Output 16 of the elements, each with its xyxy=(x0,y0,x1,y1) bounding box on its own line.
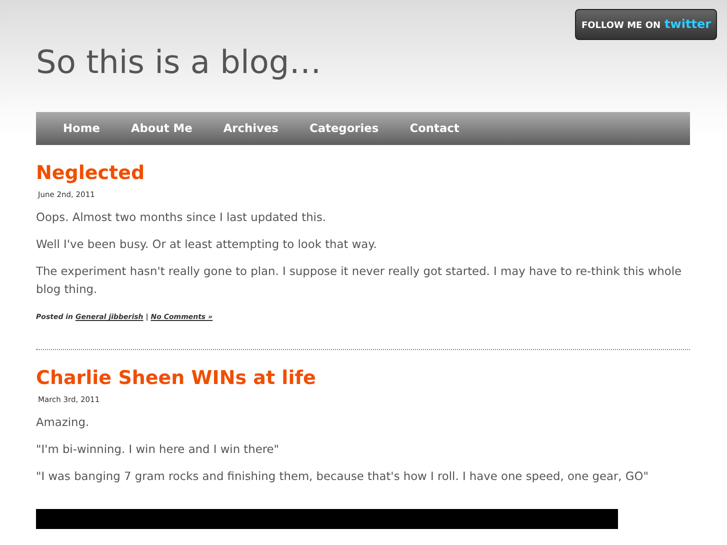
nav-link[interactable]: Home xyxy=(36,112,104,145)
video-player[interactable] xyxy=(36,509,618,529)
nav-link[interactable]: Categories xyxy=(282,112,383,145)
follow-twitter-button[interactable]: FOLLOW ME ON twitter xyxy=(575,9,717,40)
post-paragraph: "I'm bi-winning. I win here and I win there" xyxy=(36,441,280,458)
site-title: So this is a blog… xyxy=(36,42,322,82)
post-paragraph: Well I've been busy. Or at least attempting to look that way. xyxy=(36,236,378,254)
nav-link[interactable]: Archives xyxy=(196,112,282,145)
post-paragraph: Oops. Almost two months since I last updated this. xyxy=(36,209,328,226)
post-paragraph: "I was banging 7 gram rocks and finishing them, because that's how I roll. I have one speed, one gear, GO" xyxy=(36,468,650,485)
nav-link[interactable]: About Me xyxy=(104,112,196,145)
nav-link[interactable]: Contact xyxy=(382,112,464,145)
post-paragraph: The experiment hasn't really gone to plan. I suppose it never really got started. I may have to re-think this whole blog thing. xyxy=(36,263,682,298)
post-title[interactable]: Neglected xyxy=(36,161,690,185)
post-paragraph: Amazing. xyxy=(36,414,90,431)
post-title[interactable]: Charlie Sheen WINs at life xyxy=(36,366,690,390)
